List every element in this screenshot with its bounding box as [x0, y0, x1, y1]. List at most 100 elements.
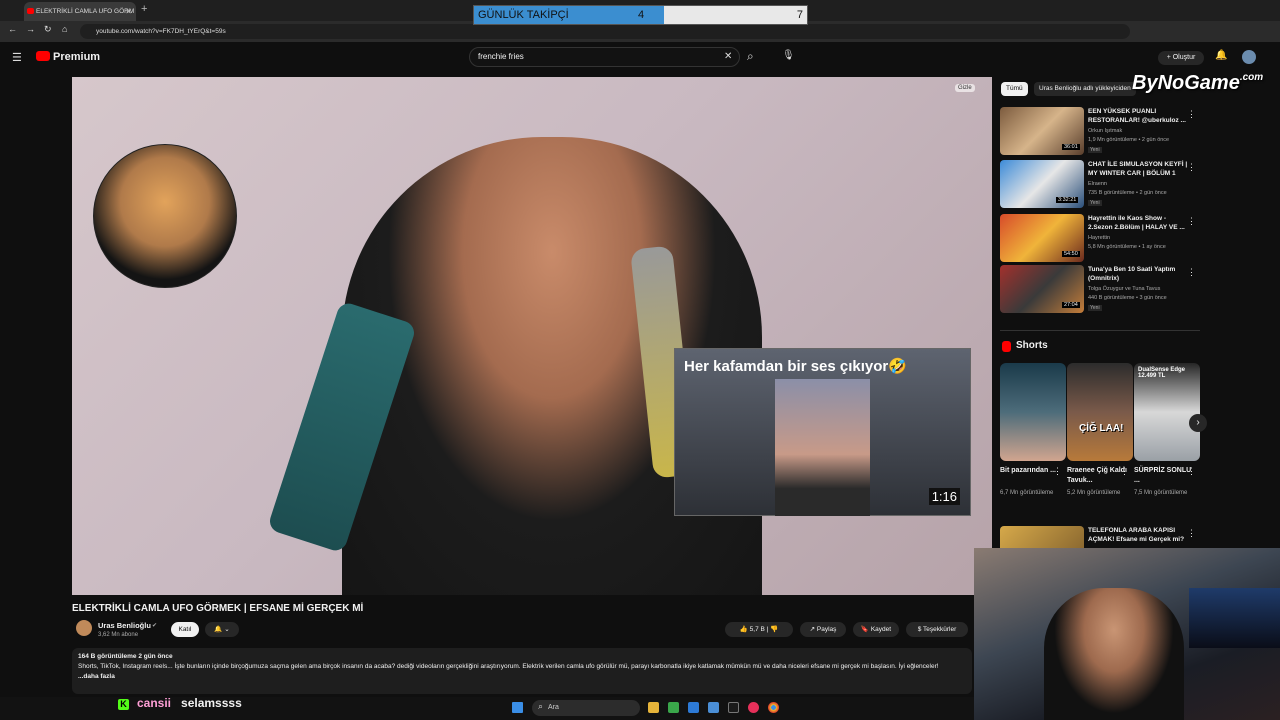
follower-goal-label: GÜNLÜK TAKİPÇİ: [478, 9, 569, 21]
search-input[interactable]: frenchie fries: [469, 47, 740, 67]
rec-title: TELEFONLA ARABA KAPISI AÇMAK! Efsane mi …: [1088, 527, 1185, 543]
rec-meta: 5,8 Mn görüntüleme • 1 ay önce: [1088, 244, 1166, 250]
search-icon[interactable]: ⌕: [747, 49, 754, 64]
more-options-icon[interactable]: ⋮: [1187, 267, 1196, 278]
more-options-icon[interactable]: ⋮: [1053, 466, 1062, 477]
view-count: 164 B görüntüleme 2 gün önce: [78, 653, 173, 660]
rec-channel: Orkun Işıtmak: [1088, 128, 1123, 134]
account-avatar[interactable]: [1242, 50, 1256, 64]
youtube-logo[interactable]: Premium: [36, 51, 100, 63]
chrome-icon[interactable]: [768, 702, 779, 713]
channel-name[interactable]: Uras Benlioğlu: [98, 621, 151, 630]
hide-button[interactable]: Gizle: [955, 84, 975, 92]
channel-avatar[interactable]: [76, 620, 92, 636]
create-button[interactable]: + Oluştur: [1158, 51, 1204, 65]
rec-duration: 36:01: [1062, 144, 1080, 150]
rec-title: CHAT İLE SIMULASYON KEYFİ | MY WINTER CA…: [1088, 161, 1188, 177]
menu-icon[interactable]: ☰: [12, 51, 22, 64]
description-text: Shorts, TikTok, Instagram reels... İşte …: [78, 663, 939, 670]
file-explorer-icon[interactable]: [648, 702, 659, 713]
create-label: Oluştur: [1172, 54, 1196, 61]
thanks-button[interactable]: $ Teşekkürler: [906, 622, 968, 637]
rec-title: EEN YÜKSEK PUANLI RESTORANLAR! @uberkulo…: [1088, 108, 1186, 124]
chat-username: cansii: [137, 696, 172, 710]
back-icon[interactable]: ←: [8, 24, 17, 34]
subscriber-count: 3,62 Mn abone: [98, 632, 139, 638]
share-label: Paylaş: [816, 626, 837, 633]
chat-text: selamssss: [181, 696, 242, 710]
rec-new-badge: Yeni: [1088, 200, 1102, 206]
taskbar-search-icon: ⌕: [538, 701, 544, 711]
short-overlay-text: ÇİĞ LAA!: [1079, 423, 1124, 434]
floating-short-preview[interactable]: Her kafamdan bir ses çıkıyor🤣 1:16: [674, 348, 971, 516]
forward-icon[interactable]: →: [26, 24, 35, 34]
close-tab-icon[interactable]: ✕: [125, 2, 132, 21]
video-channel-avatar: [93, 144, 237, 288]
short-thumbnail[interactable]: DualSense Edge 12.499 TL: [1134, 363, 1200, 461]
kick-badge-icon: K: [118, 699, 129, 710]
reload-icon[interactable]: ↻: [44, 24, 52, 35]
recommendation-item[interactable]: 54:50 Hayrettin ile Kaos Show - 2.Sezon …: [1000, 214, 1200, 262]
recommendation-item[interactable]: 3:32:21 CHAT İLE SIMULASYON KEYFİ | MY W…: [1000, 160, 1200, 208]
short-preview-video: [775, 379, 870, 516]
follower-goal-current: 4: [638, 9, 645, 21]
divider: [1000, 330, 1200, 331]
rec-duration: 27:04: [1062, 302, 1080, 308]
tab-title: ELEKTRİKLİ CAMLA UFO GÖRM: [36, 8, 135, 15]
like-button[interactable]: 👍 5,7 B | 👎: [725, 622, 793, 637]
recommendation-item[interactable]: 36:01 EEN YÜKSEK PUANLI RESTORANLAR! @ub…: [1000, 107, 1200, 155]
rec-duration: 3:32:21: [1056, 197, 1079, 203]
short-title: SÜRPRİZ SONLU ...: [1134, 467, 1192, 484]
home-icon[interactable]: ⌂: [62, 24, 67, 34]
taskbar-app-icon[interactable]: [688, 702, 699, 713]
save-label: Kaydet: [870, 626, 892, 633]
youtube-favicon-icon: [27, 8, 34, 14]
share-button[interactable]: ↗ Paylaş: [800, 622, 846, 637]
rec-meta: 1,9 Mn görüntüleme • 2 gün önce: [1088, 137, 1170, 143]
taskbar-app-icon[interactable]: [708, 702, 719, 713]
rec-new-badge: Yeni: [1088, 305, 1102, 311]
more-options-icon[interactable]: ⋮: [1187, 466, 1196, 477]
bynogame-logo: ByNoGame.com: [1132, 72, 1263, 95]
short-thumbnail[interactable]: ÇİĞ LAA!: [1067, 363, 1133, 461]
show-more-link[interactable]: ...daha fazla: [78, 672, 966, 682]
short-title: Bit pazarından ...: [1000, 467, 1057, 474]
join-button[interactable]: Katıl: [171, 622, 199, 637]
webcam-person: [1044, 588, 1184, 720]
chevron-right-icon[interactable]: ›: [1189, 414, 1207, 432]
short-views: 5,2 Mn görüntüleme: [1067, 490, 1121, 496]
verified-icon: ✔: [152, 623, 158, 629]
microphone-icon[interactable]: 🎙: [782, 50, 795, 61]
short-overlay-text: DualSense Edge 12.499 TL: [1138, 367, 1186, 379]
clear-search-icon[interactable]: ✕: [724, 51, 732, 62]
taskbar-search[interactable]: Ara: [532, 700, 640, 716]
recommendation-item[interactable]: 27:04 Tuna'ya Ben 10 Saati Yaptım (Omnit…: [1000, 265, 1200, 313]
video-description[interactable]: 164 B görüntüleme 2 gün önce Shorts, Tik…: [72, 648, 972, 694]
taskbar-app-icon[interactable]: [748, 702, 759, 713]
more-options-icon[interactable]: ⋮: [1187, 528, 1196, 539]
rec-new-badge: Yeni: [1088, 147, 1102, 153]
more-options-icon[interactable]: ⋮: [1187, 162, 1196, 173]
more-options-icon[interactable]: ⋮: [1187, 216, 1196, 227]
short-views: 6,7 Mn görüntüleme: [1000, 490, 1054, 496]
chip-all[interactable]: Tümü: [1001, 82, 1028, 96]
subscribe-bell-button[interactable]: 🔔 ⌄: [205, 622, 239, 637]
more-options-icon[interactable]: ⋮: [1120, 466, 1129, 477]
short-thumbnail[interactable]: [1000, 363, 1066, 461]
more-options-icon[interactable]: ⋮: [1187, 109, 1196, 120]
chip-uploader[interactable]: Uras Benlioğlu adlı yükleyiciden: [1034, 82, 1136, 96]
video-title: ELEKTRİKLİ CAMLA UFO GÖRMEK | EFSANE Mİ …: [72, 603, 364, 614]
obs-icon[interactable]: [728, 702, 739, 713]
streamer-webcam: [974, 548, 1280, 720]
logo-text: Premium: [53, 51, 101, 63]
browser-tab[interactable]: ELEKTRİKLİ CAMLA UFO GÖRM ✕: [24, 2, 136, 21]
save-button[interactable]: 🔖 Kaydet: [853, 622, 899, 637]
notifications-icon[interactable]: 🔔: [1215, 50, 1227, 61]
watermark-domain: .com: [1239, 72, 1264, 83]
taskbar-app-icon[interactable]: [668, 702, 679, 713]
address-bar[interactable]: youtube.com/watch?v=FK7DH_tYErQ&t=59s: [80, 24, 1130, 39]
new-tab-icon[interactable]: +: [141, 3, 147, 15]
shorts-heading: Shorts: [1016, 340, 1048, 351]
windows-start-icon[interactable]: [512, 702, 523, 713]
video-player[interactable]: [72, 77, 992, 595]
